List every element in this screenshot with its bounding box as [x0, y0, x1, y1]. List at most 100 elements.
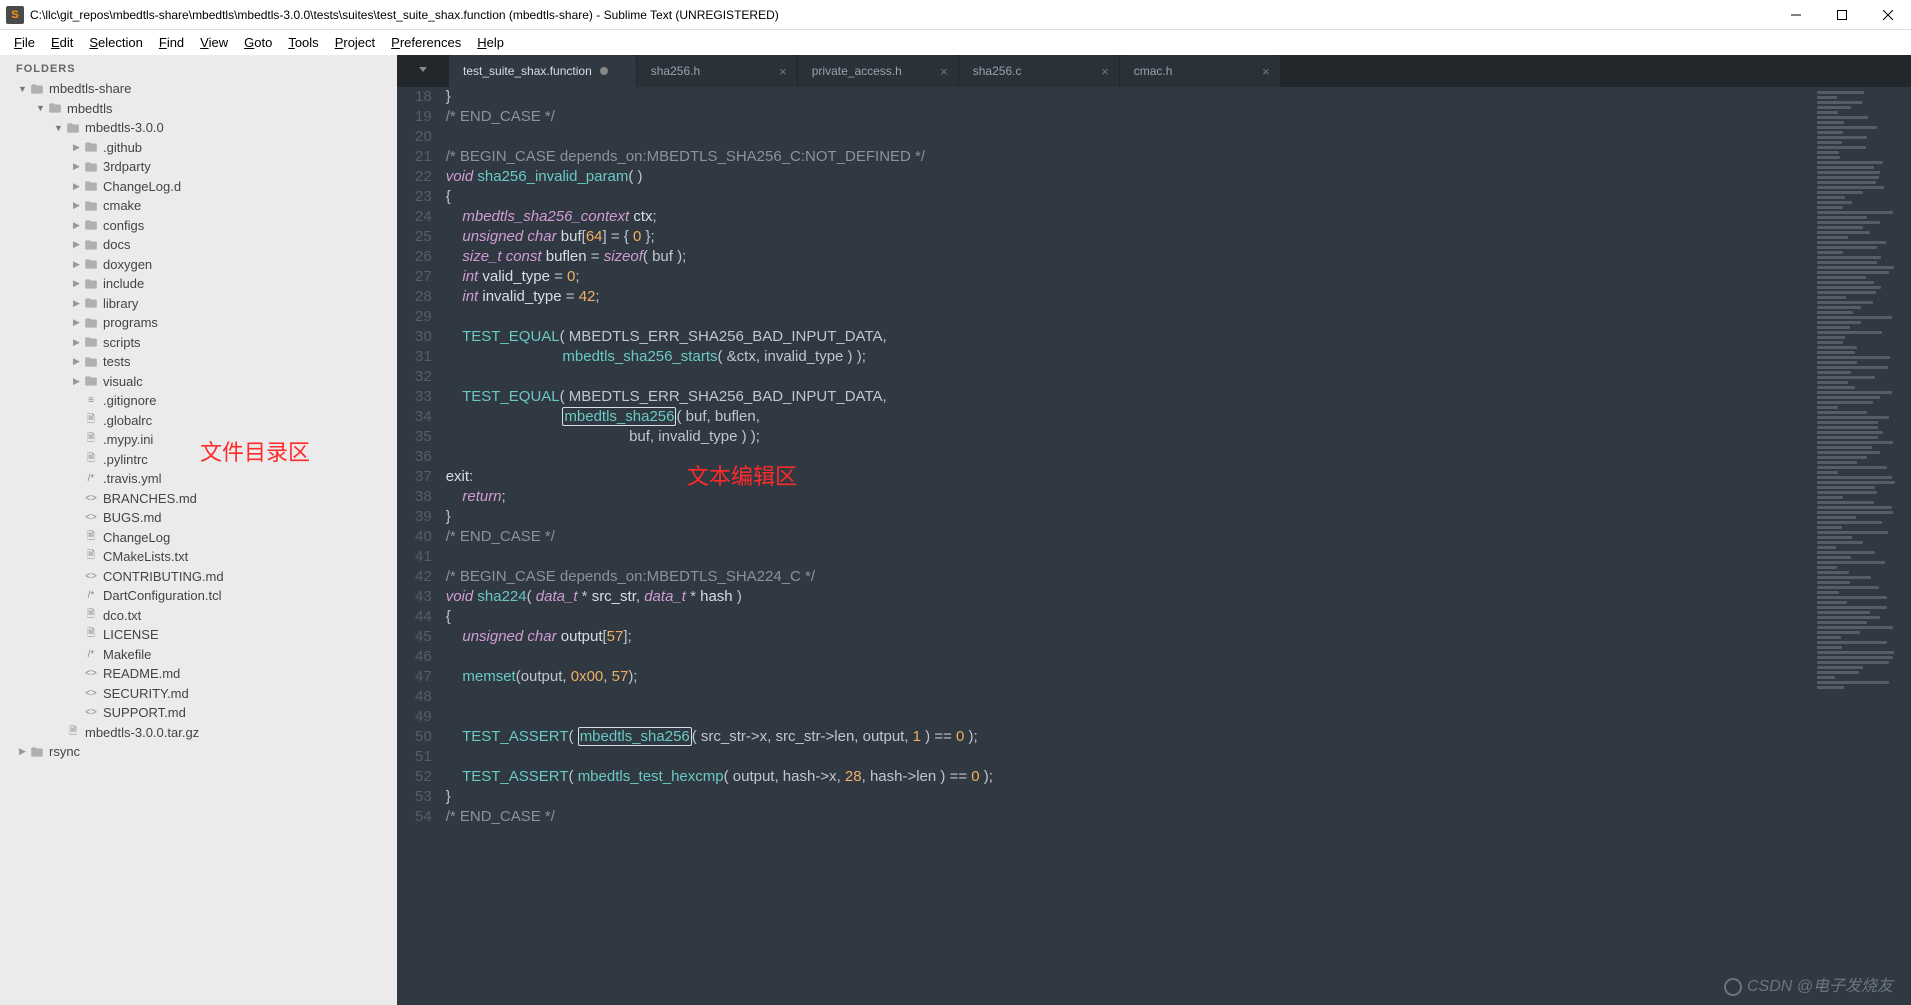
code-line[interactable]: [446, 367, 1801, 387]
expand-arrow-icon[interactable]: ▶: [70, 317, 83, 328]
folder-item-.github[interactable]: ▶.github: [0, 138, 397, 158]
code-line[interactable]: size_t const buflen = sizeof( buf );: [446, 247, 1801, 267]
code-line[interactable]: [446, 547, 1801, 567]
code-line[interactable]: /* END_CASE */: [446, 527, 1801, 547]
folder-item-changelog.d[interactable]: ▶ChangeLog.d: [0, 177, 397, 197]
menu-find[interactable]: Find: [151, 33, 192, 52]
tab-dropdown-icon[interactable]: [419, 67, 427, 72]
code-line[interactable]: void sha224( data_t * src_str, data_t * …: [446, 587, 1801, 607]
expand-arrow-icon[interactable]: ▼: [52, 123, 65, 133]
code-line[interactable]: unsigned char buf[64] = { 0 };: [446, 227, 1801, 247]
code-line[interactable]: }: [446, 787, 1801, 807]
code-line[interactable]: /* BEGIN_CASE depends_on:MBEDTLS_SHA256_…: [446, 147, 1801, 167]
code-line[interactable]: unsigned char output[57];: [446, 627, 1801, 647]
expand-arrow-icon[interactable]: ▼: [16, 84, 29, 94]
folder-item-docs[interactable]: ▶docs: [0, 235, 397, 255]
code-line[interactable]: TEST_EQUAL( MBEDTLS_ERR_SHA256_BAD_INPUT…: [446, 387, 1801, 407]
code-line[interactable]: return;: [446, 487, 1801, 507]
folder-item-library[interactable]: ▶library: [0, 294, 397, 314]
code-line[interactable]: TEST_EQUAL( MBEDTLS_ERR_SHA256_BAD_INPUT…: [446, 327, 1801, 347]
folder-item-visualc[interactable]: ▶visualc: [0, 372, 397, 392]
menu-preferences[interactable]: Preferences: [383, 33, 469, 52]
file-item-readme.md[interactable]: <>README.md: [0, 664, 397, 684]
code-line[interactable]: [446, 747, 1801, 767]
folder-item-3rdparty[interactable]: ▶3rdparty: [0, 157, 397, 177]
menu-project[interactable]: Project: [327, 33, 383, 52]
code-line[interactable]: mbedtls_sha256( buf, buflen,: [446, 407, 1801, 427]
menu-selection[interactable]: Selection: [81, 33, 150, 52]
file-item-bugs.md[interactable]: <>BUGS.md: [0, 508, 397, 528]
menu-help[interactable]: Help: [469, 33, 512, 52]
menu-edit[interactable]: Edit: [43, 33, 81, 52]
tab-close-icon[interactable]: ×: [940, 64, 948, 79]
code-line[interactable]: /* BEGIN_CASE depends_on:MBEDTLS_SHA224_…: [446, 567, 1801, 587]
expand-arrow-icon[interactable]: ▶: [70, 278, 83, 289]
expand-arrow-icon[interactable]: ▶: [70, 259, 83, 270]
file-item-.globalrc[interactable]: 🗎.globalrc: [0, 411, 397, 431]
code-editor[interactable]: 1819202122232425262728293031323334353637…: [397, 87, 1811, 1005]
minimap[interactable]: [1811, 87, 1911, 1005]
code-line[interactable]: exit:: [446, 467, 1801, 487]
folder-item-doxygen[interactable]: ▶doxygen: [0, 255, 397, 275]
expand-arrow-icon[interactable]: ▶: [70, 142, 83, 153]
folder-item-tests[interactable]: ▶tests: [0, 352, 397, 372]
expand-arrow-icon[interactable]: ▼: [34, 103, 47, 113]
code-line[interactable]: /* END_CASE */: [446, 107, 1801, 127]
expand-arrow-icon[interactable]: ▶: [70, 239, 83, 250]
menu-view[interactable]: View: [192, 33, 236, 52]
file-item-.gitignore[interactable]: ≡.gitignore: [0, 391, 397, 411]
folder-item-cmake[interactable]: ▶cmake: [0, 196, 397, 216]
code-line[interactable]: [446, 707, 1801, 727]
menu-file[interactable]: File: [6, 33, 43, 52]
menu-goto[interactable]: Goto: [236, 33, 280, 52]
code-line[interactable]: /* END_CASE */: [446, 807, 1801, 827]
folder-item-configs[interactable]: ▶configs: [0, 216, 397, 236]
code-line[interactable]: }: [446, 507, 1801, 527]
code-line[interactable]: [446, 447, 1801, 467]
folder-item-mbedtls-share[interactable]: ▼mbedtls-share: [0, 79, 397, 99]
code-line[interactable]: [446, 687, 1801, 707]
folder-item-mbedtls-3.0.0[interactable]: ▼mbedtls-3.0.0: [0, 118, 397, 138]
file-item-dartconfiguration.tcl[interactable]: /*DartConfiguration.tcl: [0, 586, 397, 606]
code-line[interactable]: mbedtls_sha256_starts( &ctx, invalid_typ…: [446, 347, 1801, 367]
expand-arrow-icon[interactable]: ▶: [70, 220, 83, 231]
expand-arrow-icon[interactable]: ▶: [70, 376, 83, 387]
file-item-branches.md[interactable]: <>BRANCHES.md: [0, 489, 397, 509]
code-line[interactable]: memset(output, 0x00, 57);: [446, 667, 1801, 687]
file-item-makefile[interactable]: /*Makefile: [0, 645, 397, 665]
tab-close-icon[interactable]: ×: [1101, 64, 1109, 79]
expand-arrow-icon[interactable]: ▶: [70, 200, 83, 211]
code-line[interactable]: buf, invalid_type ) );: [446, 427, 1801, 447]
code-line[interactable]: [446, 127, 1801, 147]
close-button[interactable]: [1865, 0, 1911, 30]
folder-item-scripts[interactable]: ▶scripts: [0, 333, 397, 353]
file-item-.travis.yml[interactable]: /*.travis.yml: [0, 469, 397, 489]
code-line[interactable]: TEST_ASSERT( mbedtls_sha256( src_str->x,…: [446, 727, 1801, 747]
file-item-.mypy.ini[interactable]: 🗎.mypy.ini: [0, 430, 397, 450]
minimize-button[interactable]: [1773, 0, 1819, 30]
file-item-dco.txt[interactable]: 🗎dco.txt: [0, 606, 397, 626]
code-line[interactable]: [446, 307, 1801, 327]
folder-item-rsync[interactable]: ▶rsync: [0, 742, 397, 762]
file-item-support.md[interactable]: <>SUPPORT.md: [0, 703, 397, 723]
tab-close-icon[interactable]: ×: [779, 64, 787, 79]
code-line[interactable]: int invalid_type = 42;: [446, 287, 1801, 307]
file-item-.pylintrc[interactable]: 🗎.pylintrc: [0, 450, 397, 470]
file-item-license[interactable]: 🗎LICENSE: [0, 625, 397, 645]
code-line[interactable]: }: [446, 87, 1801, 107]
code-line[interactable]: mbedtls_sha256_context ctx;: [446, 207, 1801, 227]
code-content[interactable]: }/* END_CASE */ /* BEGIN_CASE depends_on…: [446, 87, 1811, 1005]
code-line[interactable]: TEST_ASSERT( mbedtls_test_hexcmp( output…: [446, 767, 1801, 787]
tab-sha256-h[interactable]: sha256.h×: [637, 55, 797, 87]
expand-arrow-icon[interactable]: ▶: [70, 337, 83, 348]
tab-cmac-h[interactable]: cmac.h×: [1120, 55, 1280, 87]
tab-private-access-h[interactable]: private_access.h×: [798, 55, 958, 87]
maximize-button[interactable]: [1819, 0, 1865, 30]
code-line[interactable]: {: [446, 607, 1801, 627]
tab-sha256-c[interactable]: sha256.c×: [959, 55, 1119, 87]
folder-item-mbedtls[interactable]: ▼mbedtls: [0, 99, 397, 119]
file-item-changelog[interactable]: 🗎ChangeLog: [0, 528, 397, 548]
tab-close-icon[interactable]: ×: [1262, 64, 1270, 79]
expand-arrow-icon[interactable]: ▶: [70, 161, 83, 172]
code-line[interactable]: void sha256_invalid_param( ): [446, 167, 1801, 187]
